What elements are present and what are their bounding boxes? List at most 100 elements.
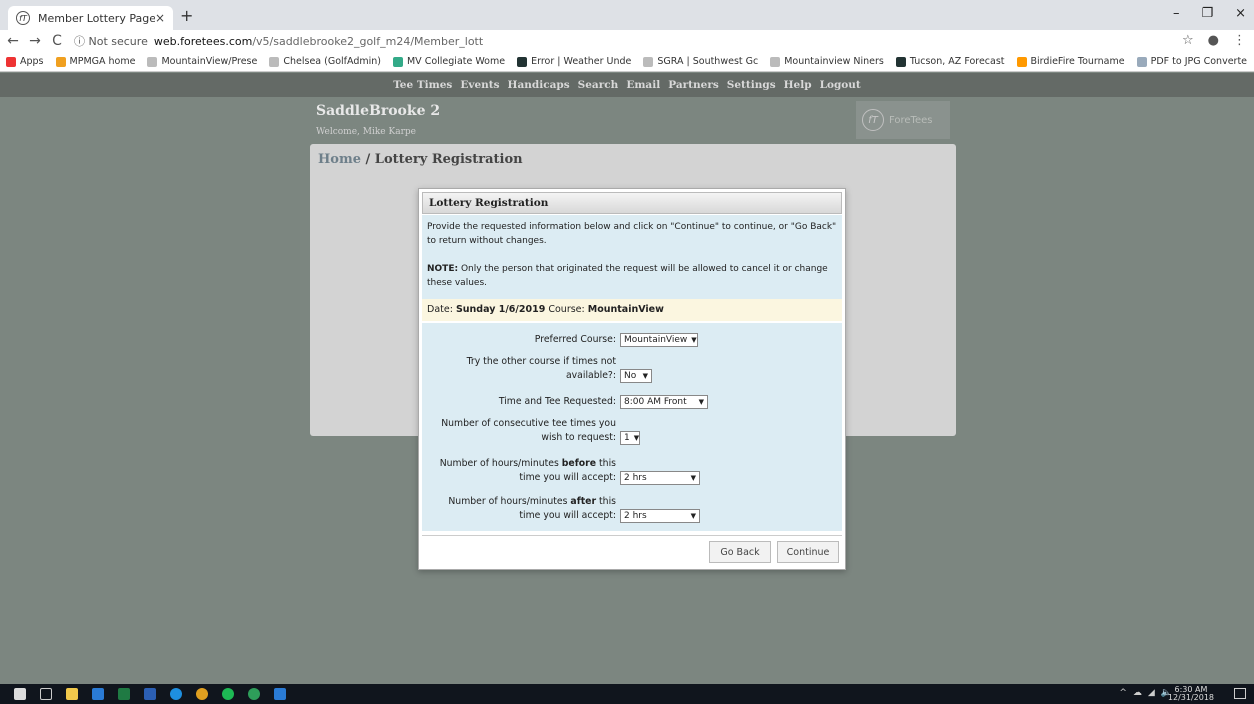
bookmark-item[interactable]: PDF to JPG Converte (1136, 56, 1247, 67)
new-tab-button[interactable]: + (180, 6, 193, 25)
nav-item-logout[interactable]: Logout (820, 79, 861, 91)
dialog-footer: Go Back Continue (422, 535, 842, 565)
consecutive-select[interactable]: 1 ▼ (620, 431, 640, 445)
bookmark-item[interactable]: Tucson, AZ Forecast (895, 56, 1005, 67)
note-body: Only the person that originated the requ… (427, 264, 828, 288)
task-view-icon[interactable] (40, 688, 52, 700)
bookmark-item[interactable]: MV Collegiate Wome (392, 56, 505, 67)
bookmark-favicon-icon (269, 56, 280, 67)
notifications-icon[interactable] (1234, 688, 1246, 699)
club-name: SaddleBrooke 2 (316, 103, 441, 119)
note-label: NOTE: (427, 264, 459, 274)
before-label-2: time you will accept: (519, 472, 616, 483)
continue-button[interactable]: Continue (777, 541, 839, 563)
after-label-2: time you will accept: (519, 510, 616, 521)
minimize-icon[interactable]: – (1173, 6, 1180, 21)
menu-icon[interactable]: ⋮ (1233, 33, 1246, 48)
bookmark-item[interactable]: MPMGA home (55, 56, 136, 67)
preferred-course-select[interactable]: MountainView ▼ (620, 333, 698, 347)
chrome-icon[interactable] (196, 688, 208, 700)
reload-icon[interactable]: C (48, 33, 66, 49)
bookmark-item[interactable]: MountainView/Prese (147, 56, 257, 67)
bookmark-item[interactable]: BirdieFire Tourname (1016, 56, 1125, 67)
time-tee-value: 8:00 AM Front (624, 397, 687, 407)
time-tee-select[interactable]: 8:00 AM Front ▼ (620, 395, 708, 409)
back-icon[interactable]: ← (4, 33, 22, 49)
after-label-1: Number of hours/minutes after this (406, 495, 616, 509)
nav-item-search[interactable]: Search (578, 79, 619, 91)
url-field[interactable]: ⓘ Not secure web.foretees.com /v5/saddle… (74, 33, 483, 49)
before-label-bold: before (561, 458, 597, 469)
after-select[interactable]: 2 hrs ▼ (620, 509, 700, 523)
nav-item-events[interactable]: Events (460, 79, 499, 91)
after-label-text: Number of hours/minutes (448, 496, 571, 507)
other-course-label-2: available?: (565, 370, 616, 381)
go-back-button[interactable]: Go Back (709, 541, 771, 563)
other-course-value: No (624, 371, 637, 381)
maximize-icon[interactable]: ❐ (1201, 6, 1213, 21)
after-value: 2 hrs (624, 511, 647, 521)
app-icon[interactable] (248, 688, 260, 700)
date-value: Sunday 1/6/2019 (455, 304, 546, 315)
bookmark-item[interactable]: Apps (6, 56, 44, 67)
preferred-course-label: Preferred Course: (534, 334, 616, 345)
instructions-box: Provide the requested information below … (422, 215, 842, 299)
lottery-form: Preferred Course: MountainView ▼ Try the … (422, 323, 842, 531)
other-course-select[interactable]: No ▼ (620, 369, 652, 383)
bookmark-favicon-icon (55, 56, 66, 67)
before-select[interactable]: 2 hrs ▼ (620, 471, 700, 485)
date-course-line: Date: Sunday 1/6/2019 Course: MountainVi… (422, 299, 842, 321)
edge-icon[interactable] (170, 688, 182, 700)
bookmark-item[interactable]: Mountainview Niners (770, 56, 884, 67)
welcome-text: Welcome, Mike Karpe (316, 127, 416, 137)
forward-icon[interactable]: → (26, 33, 44, 49)
address-bar-row: ← → C ⓘ Not secure web.foretees.com /v5/… (0, 30, 1254, 52)
bookmark-label: Mountainview Niners (784, 56, 884, 67)
instructions-text: Provide the requested information below … (427, 222, 837, 246)
bookmark-label: Apps (20, 56, 44, 67)
tab-title: Member Lottery Page (38, 11, 155, 25)
nav-item-settings[interactable]: Settings (727, 79, 776, 91)
nav-item-email[interactable]: Email (626, 79, 660, 91)
foretees-favicon-icon: fT (16, 11, 30, 25)
bookmark-favicon-icon (1016, 56, 1027, 67)
bookmark-label: MPMGA home (69, 56, 136, 67)
network-icon[interactable]: ◢ (1148, 688, 1155, 698)
bookmark-label: MountainView/Prese (161, 56, 258, 67)
bookmark-star-icon[interactable]: ☆ (1182, 33, 1194, 48)
spotify-icon[interactable] (222, 688, 234, 700)
logo-text: ForeTees (889, 114, 933, 126)
nav-item-tee-times[interactable]: Tee Times (393, 79, 452, 91)
security-indicator[interactable]: ⓘ Not secure (74, 33, 148, 49)
close-window-icon[interactable]: × (1235, 6, 1246, 21)
extension-icon[interactable]: ● (1208, 33, 1219, 48)
bookmark-item[interactable]: SGRA | Southwest Gc (643, 56, 758, 67)
url-host: web.foretees.com (153, 34, 253, 48)
consecutive-label-2: wish to request: (541, 432, 616, 443)
word-icon[interactable] (144, 688, 156, 700)
bookmark-favicon-icon (392, 56, 403, 67)
preferred-course-value: MountainView (624, 335, 688, 345)
browser-tab[interactable]: fT Member Lottery Page × (8, 6, 173, 30)
note-text: NOTE: Only the person that originated th… (427, 262, 837, 290)
nav-item-handicaps[interactable]: Handicaps (508, 79, 570, 91)
windows-start-icon[interactable] (14, 688, 26, 700)
onedrive-icon[interactable]: ☁ (1133, 688, 1142, 698)
consecutive-label-1: Number of consecutive tee times you (441, 418, 616, 429)
bookmark-label: BirdieFire Tourname (1030, 56, 1125, 67)
tab-close-icon[interactable]: × (155, 11, 165, 25)
bookmark-item[interactable]: Error | Weather Unde (517, 56, 631, 67)
clock[interactable]: 6:30 AM 12/31/2018 (1168, 686, 1214, 702)
course-value: MountainView (587, 304, 664, 315)
nav-item-partners[interactable]: Partners (668, 79, 719, 91)
breadcrumb-current: Lottery Registration (374, 152, 523, 167)
nav-item-help[interactable]: Help (784, 79, 812, 91)
outlook-2-icon[interactable] (274, 688, 286, 700)
outlook-icon[interactable] (92, 688, 104, 700)
breadcrumb-home-link[interactable]: Home (318, 152, 361, 167)
bookmark-item[interactable]: Chelsea (GolfAdmin) (269, 56, 381, 67)
file-explorer-icon[interactable] (66, 688, 78, 700)
excel-icon[interactable] (118, 688, 130, 700)
consecutive-value: 1 (624, 433, 630, 443)
tray-expand-icon[interactable]: ^ (1119, 688, 1127, 698)
